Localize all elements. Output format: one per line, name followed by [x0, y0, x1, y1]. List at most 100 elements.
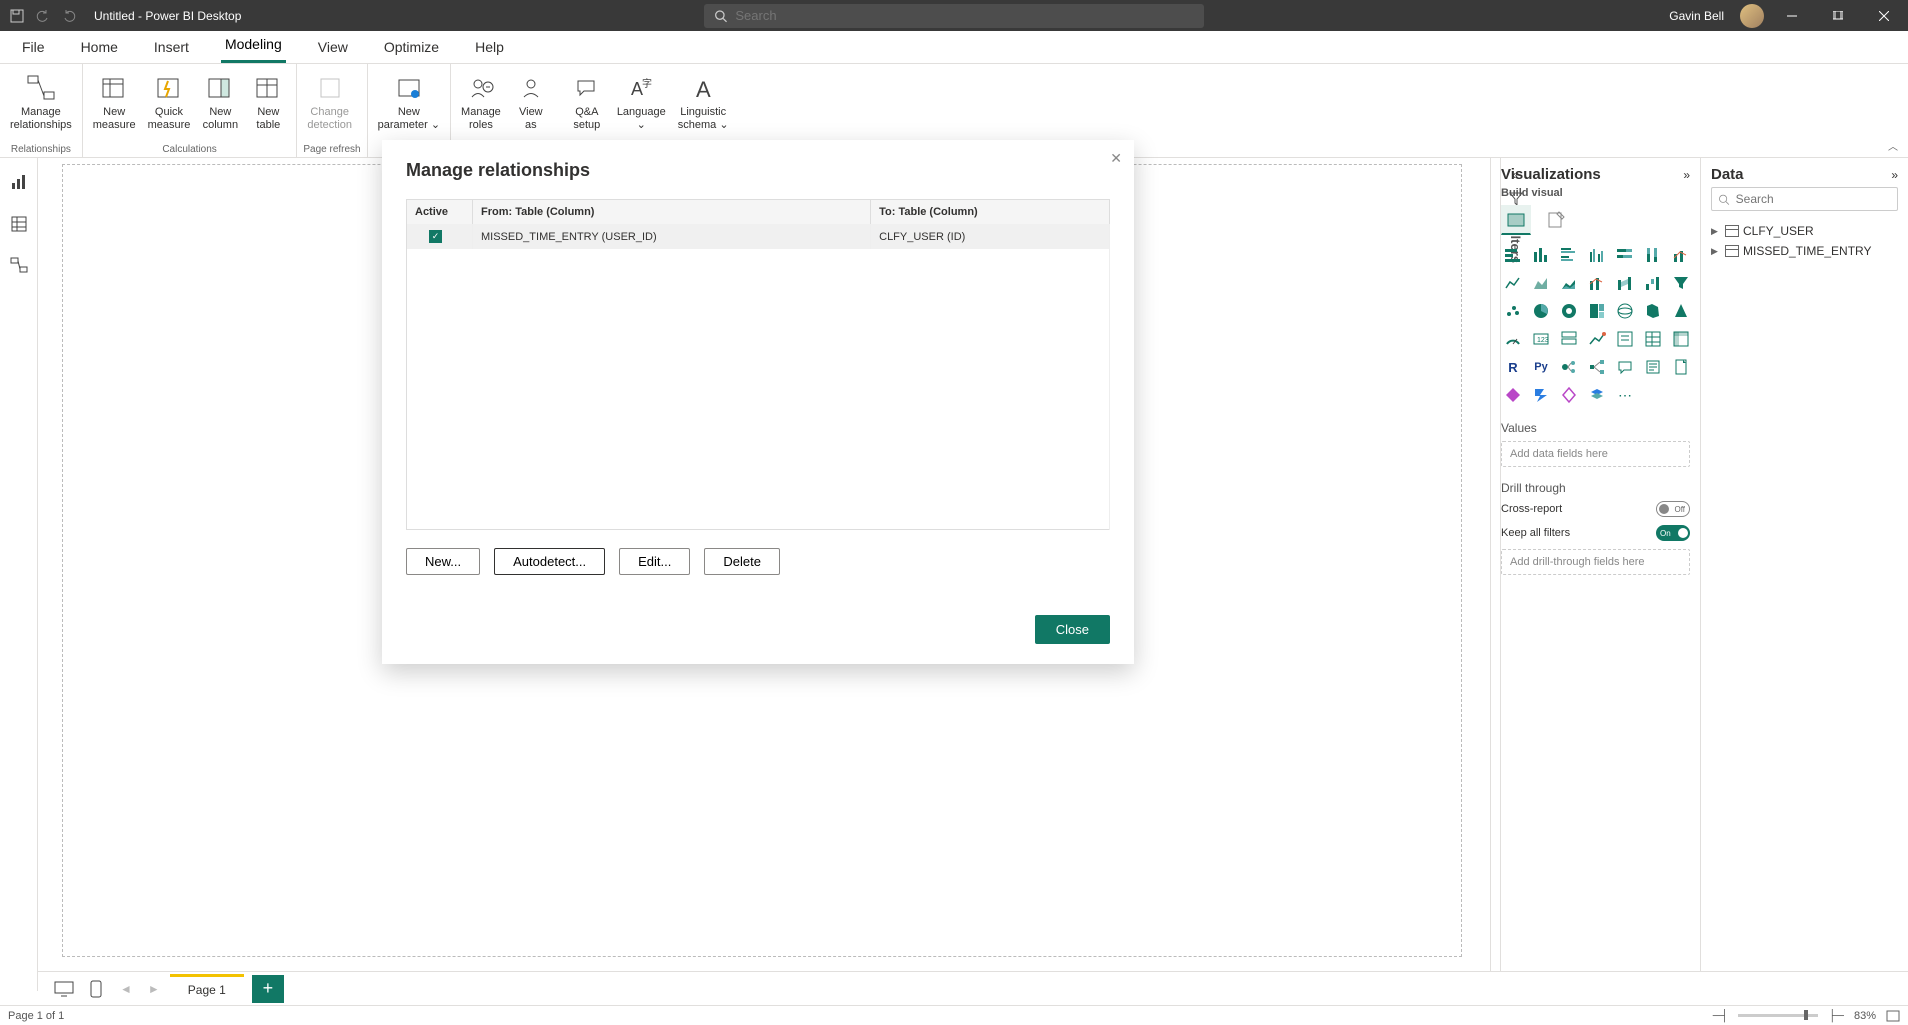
- delete-relationship-button[interactable]: Delete: [704, 548, 780, 575]
- custom-visual-2-icon[interactable]: [1585, 383, 1609, 407]
- qa-visual-icon[interactable]: [1613, 355, 1637, 379]
- data-search[interactable]: [1711, 187, 1898, 211]
- new-measure-button[interactable]: New measure: [89, 70, 140, 134]
- slicer-icon[interactable]: [1613, 327, 1637, 351]
- mobile-layout-icon[interactable]: [82, 978, 110, 1000]
- tab-home[interactable]: Home: [77, 33, 122, 63]
- drill-through-field-well[interactable]: Add drill-through fields here: [1501, 549, 1690, 575]
- zoom-in-button[interactable]: ├─: [1828, 1010, 1844, 1022]
- linguistic-schema-button[interactable]: ALinguistic schema ⌄: [674, 70, 733, 134]
- azure-map-icon[interactable]: [1669, 299, 1693, 323]
- decomposition-icon[interactable]: [1585, 355, 1609, 379]
- maximize-button[interactable]: [1820, 0, 1856, 31]
- area-chart-icon[interactable]: [1529, 271, 1553, 295]
- power-apps-icon[interactable]: [1501, 383, 1525, 407]
- matrix-icon[interactable]: [1669, 327, 1693, 351]
- smart-narrative-icon[interactable]: [1641, 355, 1665, 379]
- cross-report-toggle[interactable]: Off: [1656, 501, 1690, 517]
- filled-map-icon[interactable]: [1641, 299, 1665, 323]
- r-visual-icon[interactable]: R: [1501, 355, 1525, 379]
- data-table-missed-time-entry[interactable]: ▶ MISSED_TIME_ENTRY: [1711, 241, 1898, 261]
- data-view-button[interactable]: [7, 212, 31, 236]
- more-visuals-icon[interactable]: ⋯: [1613, 383, 1637, 407]
- prev-page-icon[interactable]: ◄: [114, 982, 138, 996]
- paginated-report-icon[interactable]: [1669, 355, 1693, 379]
- build-visual-tab[interactable]: [1501, 205, 1531, 235]
- user-name[interactable]: Gavin Bell: [1669, 9, 1724, 23]
- language-button[interactable]: A字Language ⌄: [613, 70, 670, 134]
- gauge-icon[interactable]: [1501, 327, 1525, 351]
- stacked-column-100-icon[interactable]: [1641, 243, 1665, 267]
- donut-icon[interactable]: [1557, 299, 1581, 323]
- quick-measure-button[interactable]: Quick measure: [144, 70, 195, 134]
- minimize-button[interactable]: [1774, 0, 1810, 31]
- waterfall-icon[interactable]: [1641, 271, 1665, 295]
- active-checkbox[interactable]: ✓: [429, 230, 442, 243]
- page-tab-1[interactable]: Page 1: [170, 974, 244, 1003]
- new-column-button[interactable]: New column: [198, 70, 242, 134]
- line-chart-icon[interactable]: [1501, 271, 1525, 295]
- qa-setup-button[interactable]: Q&A setup: [565, 70, 609, 134]
- custom-visual-1-icon[interactable]: [1557, 383, 1581, 407]
- tab-insert[interactable]: Insert: [150, 33, 193, 63]
- power-automate-icon[interactable]: [1529, 383, 1553, 407]
- python-visual-icon[interactable]: Py: [1529, 355, 1553, 379]
- manage-relationships-button[interactable]: Manage relationships: [6, 70, 76, 134]
- add-page-button[interactable]: +: [252, 975, 284, 1003]
- stacked-column-icon[interactable]: [1529, 243, 1553, 267]
- view-as-button[interactable]: View as: [509, 70, 553, 134]
- kpi-icon[interactable]: [1585, 327, 1609, 351]
- tab-optimize[interactable]: Optimize: [380, 33, 443, 63]
- card-icon[interactable]: 123: [1529, 327, 1553, 351]
- tab-file[interactable]: File: [18, 33, 49, 63]
- tab-view[interactable]: View: [314, 33, 352, 63]
- clustered-column-icon[interactable]: [1585, 243, 1609, 267]
- format-visual-tab[interactable]: [1541, 205, 1571, 235]
- next-page-icon[interactable]: ►: [142, 982, 166, 996]
- table-visual-icon[interactable]: [1641, 327, 1665, 351]
- redo-icon[interactable]: [60, 7, 78, 25]
- stacked-bar-100-icon[interactable]: [1613, 243, 1637, 267]
- keep-filters-toggle[interactable]: On: [1656, 525, 1690, 541]
- zoom-slider[interactable]: [1738, 1014, 1818, 1017]
- line-column-icon[interactable]: [1669, 243, 1693, 267]
- values-field-well[interactable]: Add data fields here: [1501, 441, 1690, 467]
- report-view-button[interactable]: [7, 170, 31, 194]
- edit-relationship-button[interactable]: Edit...: [619, 548, 690, 575]
- model-view-button[interactable]: [7, 254, 31, 278]
- zoom-out-button[interactable]: ─┤: [1713, 1010, 1729, 1022]
- manage-roles-button[interactable]: Manage roles: [457, 70, 505, 134]
- multi-row-card-icon[interactable]: [1557, 327, 1581, 351]
- global-search-input[interactable]: [735, 8, 1194, 23]
- save-icon[interactable]: [8, 7, 26, 25]
- col-header-active[interactable]: Active: [407, 200, 473, 225]
- collapse-data-icon[interactable]: »: [1891, 168, 1898, 182]
- line-stacked-column-icon[interactable]: [1585, 271, 1609, 295]
- tab-help[interactable]: Help: [471, 33, 508, 63]
- new-table-button[interactable]: New table: [246, 70, 290, 134]
- user-avatar[interactable]: [1740, 4, 1764, 28]
- new-relationship-button[interactable]: New...: [406, 548, 480, 575]
- global-search[interactable]: [704, 4, 1204, 28]
- new-parameter-button[interactable]: New parameter ⌄: [374, 70, 444, 134]
- data-table-clfy-user[interactable]: ▶ CLFY_USER: [1711, 221, 1898, 241]
- ribbon-chart-icon[interactable]: [1613, 271, 1637, 295]
- autodetect-button[interactable]: Autodetect...: [494, 548, 605, 575]
- pie-icon[interactable]: [1529, 299, 1553, 323]
- data-search-input[interactable]: [1736, 192, 1891, 206]
- dialog-close-button[interactable]: ✕: [1110, 150, 1122, 167]
- clustered-bar-icon[interactable]: [1557, 243, 1581, 267]
- treemap-icon[interactable]: [1585, 299, 1609, 323]
- stacked-bar-icon[interactable]: [1501, 243, 1525, 267]
- col-header-from[interactable]: From: Table (Column): [473, 200, 871, 225]
- fit-page-button[interactable]: [1886, 1010, 1900, 1022]
- col-header-to[interactable]: To: Table (Column): [871, 200, 1110, 225]
- desktop-layout-icon[interactable]: [50, 978, 78, 1000]
- map-icon[interactable]: [1613, 299, 1637, 323]
- close-button[interactable]: [1866, 0, 1902, 31]
- key-influencers-icon[interactable]: [1557, 355, 1581, 379]
- collapse-viz-icon[interactable]: »: [1683, 168, 1690, 182]
- scatter-icon[interactable]: [1501, 299, 1525, 323]
- undo-icon[interactable]: [34, 7, 52, 25]
- funnel-icon[interactable]: [1669, 271, 1693, 295]
